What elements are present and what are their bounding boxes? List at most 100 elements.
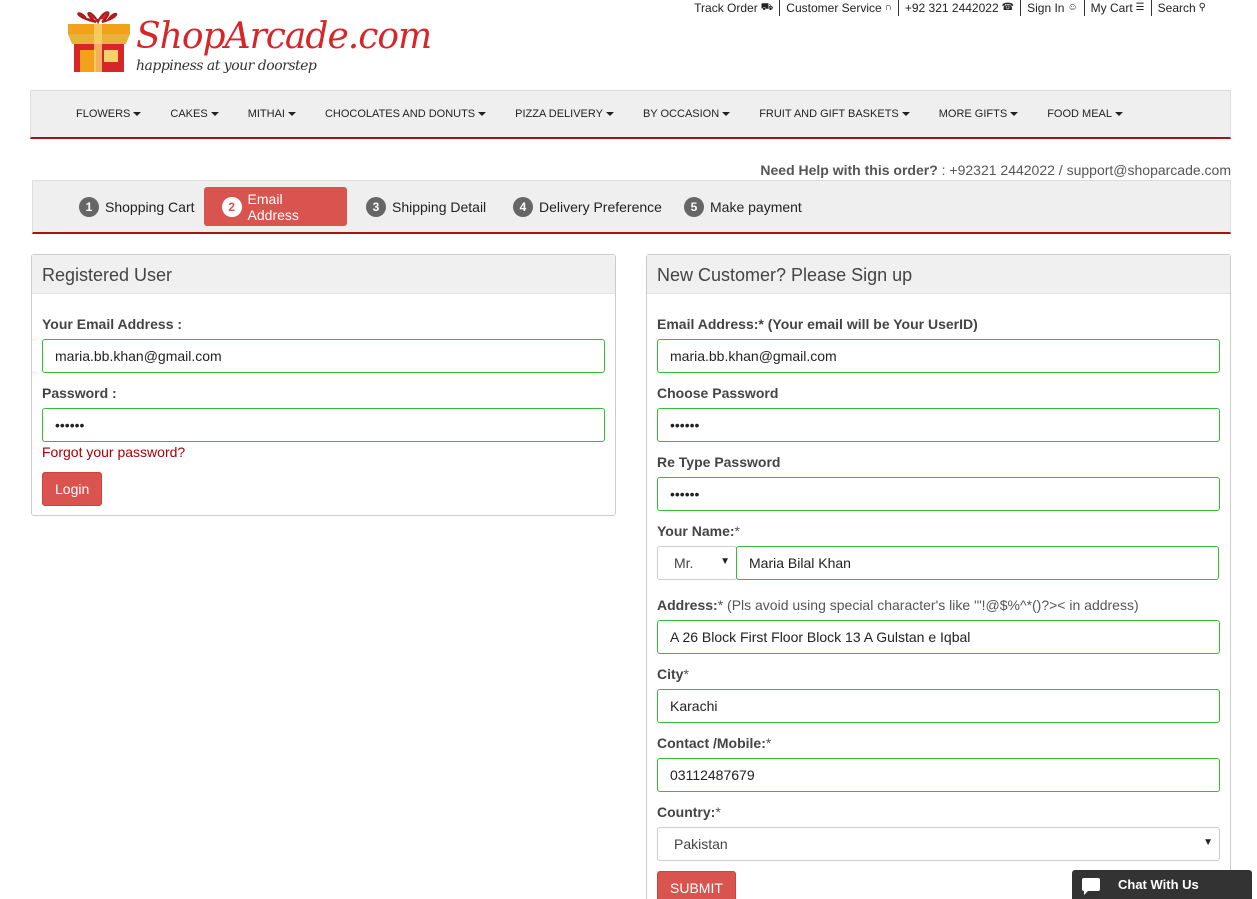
nav-item-flowers[interactable]: FLOWERS (61, 108, 155, 120)
nav-item-pizza[interactable]: PIZZA DELIVERY (500, 108, 628, 120)
required-mark: * (734, 523, 740, 539)
required-mark: * (715, 804, 721, 820)
nav-label: CAKES (170, 108, 208, 120)
submit-button[interactable]: SUBMIT (657, 871, 736, 899)
phone-label: +92 321 2442022 (904, 1, 999, 15)
nav-item-mithai[interactable]: MITHAI (233, 108, 310, 120)
required-mark: * (683, 666, 689, 682)
country-select-value: Pakistan (674, 836, 728, 852)
nav-item-occasion[interactable]: BY OCCASION (628, 108, 744, 120)
customer-service-label: Customer Service (786, 1, 882, 15)
brand-tagline: happiness at your doorstep (136, 58, 317, 74)
track-order-label: Track Order (694, 1, 758, 15)
nav-item-chocolates[interactable]: CHOCOLATES AND DONUTS (310, 108, 500, 120)
my-cart-label: My Cart (1090, 1, 1133, 15)
sign-in-label: Sign In (1027, 1, 1065, 15)
step-number: 4 (513, 196, 533, 217)
caret-down-icon (478, 112, 487, 116)
login-button[interactable]: Login (42, 472, 103, 506)
dropdown-arrow-icon: ▼ (1203, 837, 1213, 848)
city-label: City* (657, 666, 689, 682)
country-label: Country:* (657, 804, 721, 820)
track-order-link[interactable]: Track Order ⛟ (688, 0, 781, 16)
gift-shop-icon (68, 11, 130, 72)
step-label: Shopping Cart (105, 198, 195, 215)
help-line: Need Help with this order? : +92321 2442… (760, 162, 1231, 178)
help-label: Need Help with this order? (760, 162, 938, 178)
contact-input[interactable]: 03112487679 (657, 758, 1220, 792)
dropdown-arrow-icon: ▼ (720, 556, 730, 567)
panel-title: Registered User (32, 255, 615, 294)
chat-widget[interactable]: Chat With Us (1072, 870, 1252, 899)
cart-icon: ☰ (1135, 2, 1145, 13)
search-icon: ⚲ (1198, 2, 1206, 13)
headset-icon: ∩ (884, 2, 892, 13)
choose-password-label: Choose Password (657, 385, 779, 401)
forgot-password-link[interactable]: Forgot your password? (42, 444, 185, 460)
city-text: City (657, 666, 684, 682)
country-text: Country: (657, 804, 716, 820)
choose-password-input[interactable]: •••••• (657, 408, 1220, 442)
nav-label: MITHAI (247, 108, 285, 120)
full-name-input[interactable]: Maria Bilal Khan (736, 546, 1219, 580)
step-shopping-cart[interactable]: 1 Shopping Cart (61, 187, 207, 226)
sign-in-link[interactable]: Sign In ☺ (1021, 0, 1085, 16)
step-shipping-detail[interactable]: 3 Shipping Detail (348, 187, 498, 226)
step-make-payment[interactable]: 5 Make payment (666, 187, 814, 226)
signup-email-input[interactable]: maria.bb.khan@gmail.com (657, 339, 1220, 373)
truck-icon: ⛟ (760, 2, 774, 13)
address-input[interactable]: A 26 Block First Floor Block 13 A Gulsta… (657, 620, 1220, 654)
caret-down-icon (287, 112, 296, 116)
retype-password-input[interactable]: •••••• (657, 477, 1220, 511)
address-text: Address: (657, 597, 718, 613)
registered-user-panel: Registered User Your Email Address : mar… (31, 254, 616, 516)
contact-text: Contact /Mobile: (657, 735, 766, 751)
chat-bubble-icon (1082, 878, 1100, 895)
your-name-text: Your Name: (657, 523, 735, 539)
required-mark: * (765, 735, 772, 751)
login-email-input[interactable]: maria.bb.khan@gmail.com (42, 339, 605, 373)
step-delivery-preference[interactable]: 4 Delivery Preference (495, 187, 674, 226)
nav-label: PIZZA DELIVERY (515, 108, 603, 120)
login-password-input[interactable]: •••••• (42, 408, 605, 442)
phone-icon: ☎ (1001, 2, 1015, 13)
nav-label: BY OCCASION (642, 108, 720, 120)
nav-item-fruit-baskets[interactable]: FRUIT AND GIFT BASKETS (744, 108, 924, 120)
nav-label: FOOD MEAL (1047, 108, 1112, 120)
caret-down-icon (722, 112, 731, 116)
my-cart-link[interactable]: My Cart ☰ (1085, 0, 1152, 16)
nav-label: CHOCOLATES AND DONUTS (324, 108, 476, 120)
title-select[interactable]: Mr. ▼ (657, 546, 737, 580)
chat-label: Chat With Us (1118, 877, 1199, 892)
nav-label: FLOWERS (76, 108, 131, 120)
email-label: Your Email Address : (42, 316, 183, 332)
contact-label: Contact /Mobile:* (657, 735, 771, 751)
main-nav: FLOWERS CAKES MITHAI CHOCOLATES AND DONU… (30, 90, 1231, 139)
nav-item-food-meal[interactable]: FOOD MEAL (1032, 108, 1137, 120)
country-select[interactable]: Pakistan ▼ (657, 827, 1220, 861)
password-label: Password : (42, 385, 117, 401)
step-email-address[interactable]: 2 Email Address (204, 187, 347, 226)
step-number: 2 (222, 196, 242, 217)
nav-item-more-gifts[interactable]: MORE GIFTS (924, 108, 1032, 120)
caret-down-icon (210, 112, 219, 116)
step-number: 1 (79, 196, 99, 217)
site-logo[interactable]: ShopArcade.com happiness at your doorste… (64, 8, 432, 82)
nav-item-cakes[interactable]: CAKES (155, 108, 232, 120)
signup-panel: New Customer? Please Sign up Email Addre… (646, 254, 1231, 899)
brand-name: ShopArcade.com (136, 16, 432, 57)
panel-title: New Customer? Please Sign up (647, 255, 1230, 294)
help-contact: : +92321 2442022 / support@shoparcade.co… (937, 162, 1231, 178)
nav-label: MORE GIFTS (938, 108, 1008, 120)
search-link[interactable]: Search ⚲ (1152, 0, 1212, 16)
customer-service-link[interactable]: Customer Service ∩ (780, 0, 899, 16)
address-note: * (Pls avoid using special character's l… (717, 597, 1139, 613)
city-input[interactable]: Karachi (657, 689, 1220, 723)
caret-down-icon (1010, 112, 1019, 116)
step-label: Make payment (710, 198, 802, 215)
user-icon: ☺ (1067, 2, 1078, 13)
phone-link[interactable]: +92 321 2442022 ☎ (899, 0, 1022, 16)
step-label: Email Address (247, 190, 299, 223)
title-select-value: Mr. (674, 555, 694, 571)
checkout-steps: 1 Shopping Cart 2 Email Address 3 Shipping … (32, 180, 1231, 234)
